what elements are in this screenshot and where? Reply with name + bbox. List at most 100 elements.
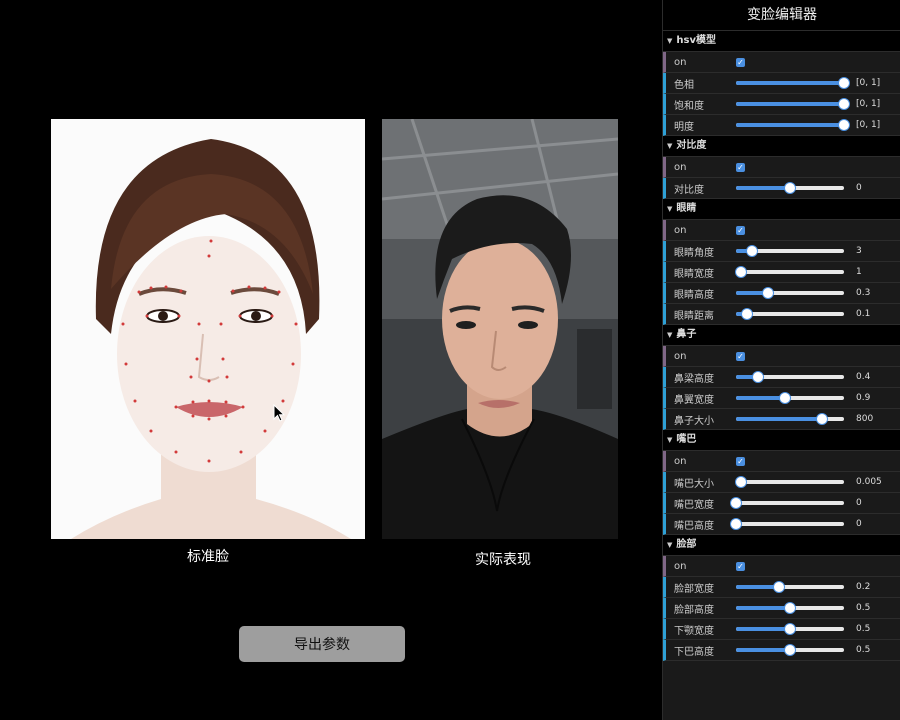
slider-knob[interactable]: [784, 602, 796, 614]
control-row: on ✓: [663, 556, 900, 577]
value-slider[interactable]: [736, 602, 844, 614]
slider-value: [0, 1]: [856, 120, 881, 130]
mouse-cursor-icon: [273, 403, 286, 426]
value-slider[interactable]: [730, 497, 844, 509]
slider-knob[interactable]: [773, 581, 786, 593]
on-checkbox[interactable]: ✓: [736, 561, 745, 571]
slider-fill: [736, 102, 844, 106]
slider-value: 0.1: [856, 309, 871, 319]
control-row: 脸部宽度 0.2: [663, 577, 900, 598]
control-label: 眼睛距离: [674, 310, 714, 322]
control-label: 脸部高度: [674, 604, 714, 616]
value-slider[interactable]: [736, 98, 850, 110]
value-slider[interactable]: [730, 518, 844, 530]
export-params-button[interactable]: 导出参数: [239, 626, 405, 662]
slider-value: 0.005: [856, 477, 882, 487]
slider-knob[interactable]: [838, 119, 850, 131]
control-label: 饱和度: [674, 100, 704, 112]
control-row: 嘴巴大小 0.005: [663, 472, 900, 493]
value-slider[interactable]: [736, 77, 850, 89]
value-slider[interactable]: [736, 392, 844, 404]
slider-value: 0.5: [856, 603, 871, 613]
value-slider[interactable]: [736, 644, 844, 656]
value-slider[interactable]: [736, 581, 844, 593]
slider-knob[interactable]: [751, 371, 764, 383]
control-label: on: [674, 455, 687, 467]
value-slider[interactable]: [736, 119, 850, 131]
on-checkbox[interactable]: ✓: [736, 162, 745, 172]
value-slider[interactable]: [736, 308, 844, 320]
folder-title: 眼睛: [676, 203, 697, 214]
control-row: on ✓: [663, 52, 900, 73]
folders-container: ▼ hsv模型 on ✓ 色相 [0, 1] 饱和度 [0, 1] 明度 [0, 1] ▼ 对比度 on…: [663, 31, 900, 661]
slider-value: 1: [856, 267, 862, 277]
slider-knob[interactable]: [784, 644, 796, 656]
value-slider[interactable]: [736, 182, 844, 194]
control-row: on ✓: [663, 157, 900, 178]
slider-value: [0, 1]: [856, 78, 881, 88]
slider-knob[interactable]: [838, 98, 850, 110]
slider-track: [736, 480, 844, 484]
slider-value: 3: [856, 246, 862, 256]
control-row: 对比度 0: [663, 178, 900, 199]
control-row: 鼻梁高度 0.4: [663, 367, 900, 388]
control-row: 眼睛宽度 1: [663, 262, 900, 283]
folder-header[interactable]: ▼ 脸部: [663, 535, 900, 556]
slider-knob[interactable]: [740, 308, 753, 320]
slider-track: [736, 270, 844, 274]
slider-knob[interactable]: [784, 623, 796, 635]
control-label: 下颚宽度: [674, 625, 714, 637]
value-slider[interactable]: [736, 413, 844, 425]
folder-header[interactable]: ▼ 鼻子: [663, 325, 900, 346]
actual-face-image: [382, 119, 618, 539]
on-checkbox[interactable]: ✓: [736, 351, 745, 361]
slider-fill: [736, 123, 844, 127]
slider-value: 0.2: [856, 582, 871, 592]
slider-knob[interactable]: [730, 497, 742, 509]
folder-header[interactable]: ▼ 嘴巴: [663, 430, 900, 451]
folder-title: 嘴巴: [676, 434, 697, 445]
slider-knob[interactable]: [838, 77, 850, 89]
slider-knob[interactable]: [784, 182, 796, 194]
folder-header[interactable]: ▼ hsv模型: [663, 31, 900, 52]
collapse-triangle-icon: ▼: [667, 37, 673, 45]
control-label: 鼻子大小: [674, 415, 714, 427]
slider-knob[interactable]: [746, 245, 759, 257]
control-label: 眼睛宽度: [674, 268, 714, 280]
control-row: 嘴巴宽度 0: [663, 493, 900, 514]
value-slider[interactable]: [735, 266, 844, 278]
value-slider[interactable]: [736, 287, 844, 299]
control-label: on: [674, 161, 687, 173]
on-checkbox[interactable]: ✓: [736, 225, 745, 235]
folder-title: 对比度: [676, 140, 707, 151]
slider-fill: [736, 396, 785, 400]
control-label: 明度: [674, 121, 694, 133]
folder-title: 鼻子: [676, 329, 697, 340]
control-row: 嘴巴高度 0: [663, 514, 900, 535]
slider-knob[interactable]: [735, 476, 748, 488]
value-slider[interactable]: [736, 623, 844, 635]
value-slider[interactable]: [736, 371, 844, 383]
control-label: 眼睛高度: [674, 289, 714, 301]
control-row: 眼睛高度 0.3: [663, 283, 900, 304]
slider-knob[interactable]: [730, 518, 742, 530]
slider-value: 0.3: [856, 288, 871, 298]
slider-knob[interactable]: [762, 287, 775, 299]
control-label: 嘴巴宽度: [674, 499, 714, 511]
control-label: 色相: [674, 79, 694, 91]
control-label: 鼻翼宽度: [674, 394, 714, 406]
control-row: 明度 [0, 1]: [663, 115, 900, 136]
folder-header[interactable]: ▼ 眼睛: [663, 199, 900, 220]
collapse-triangle-icon: ▼: [667, 436, 673, 444]
on-checkbox[interactable]: ✓: [736, 57, 745, 67]
slider-fill: [736, 417, 823, 421]
slider-knob[interactable]: [735, 266, 748, 278]
slider-knob[interactable]: [816, 413, 829, 425]
control-label: 下巴高度: [674, 646, 714, 658]
slider-knob[interactable]: [778, 392, 791, 404]
on-checkbox[interactable]: ✓: [736, 456, 745, 466]
value-slider[interactable]: [735, 476, 844, 488]
value-slider[interactable]: [736, 245, 844, 257]
slider-value: 0: [856, 498, 862, 508]
folder-header[interactable]: ▼ 对比度: [663, 136, 900, 157]
